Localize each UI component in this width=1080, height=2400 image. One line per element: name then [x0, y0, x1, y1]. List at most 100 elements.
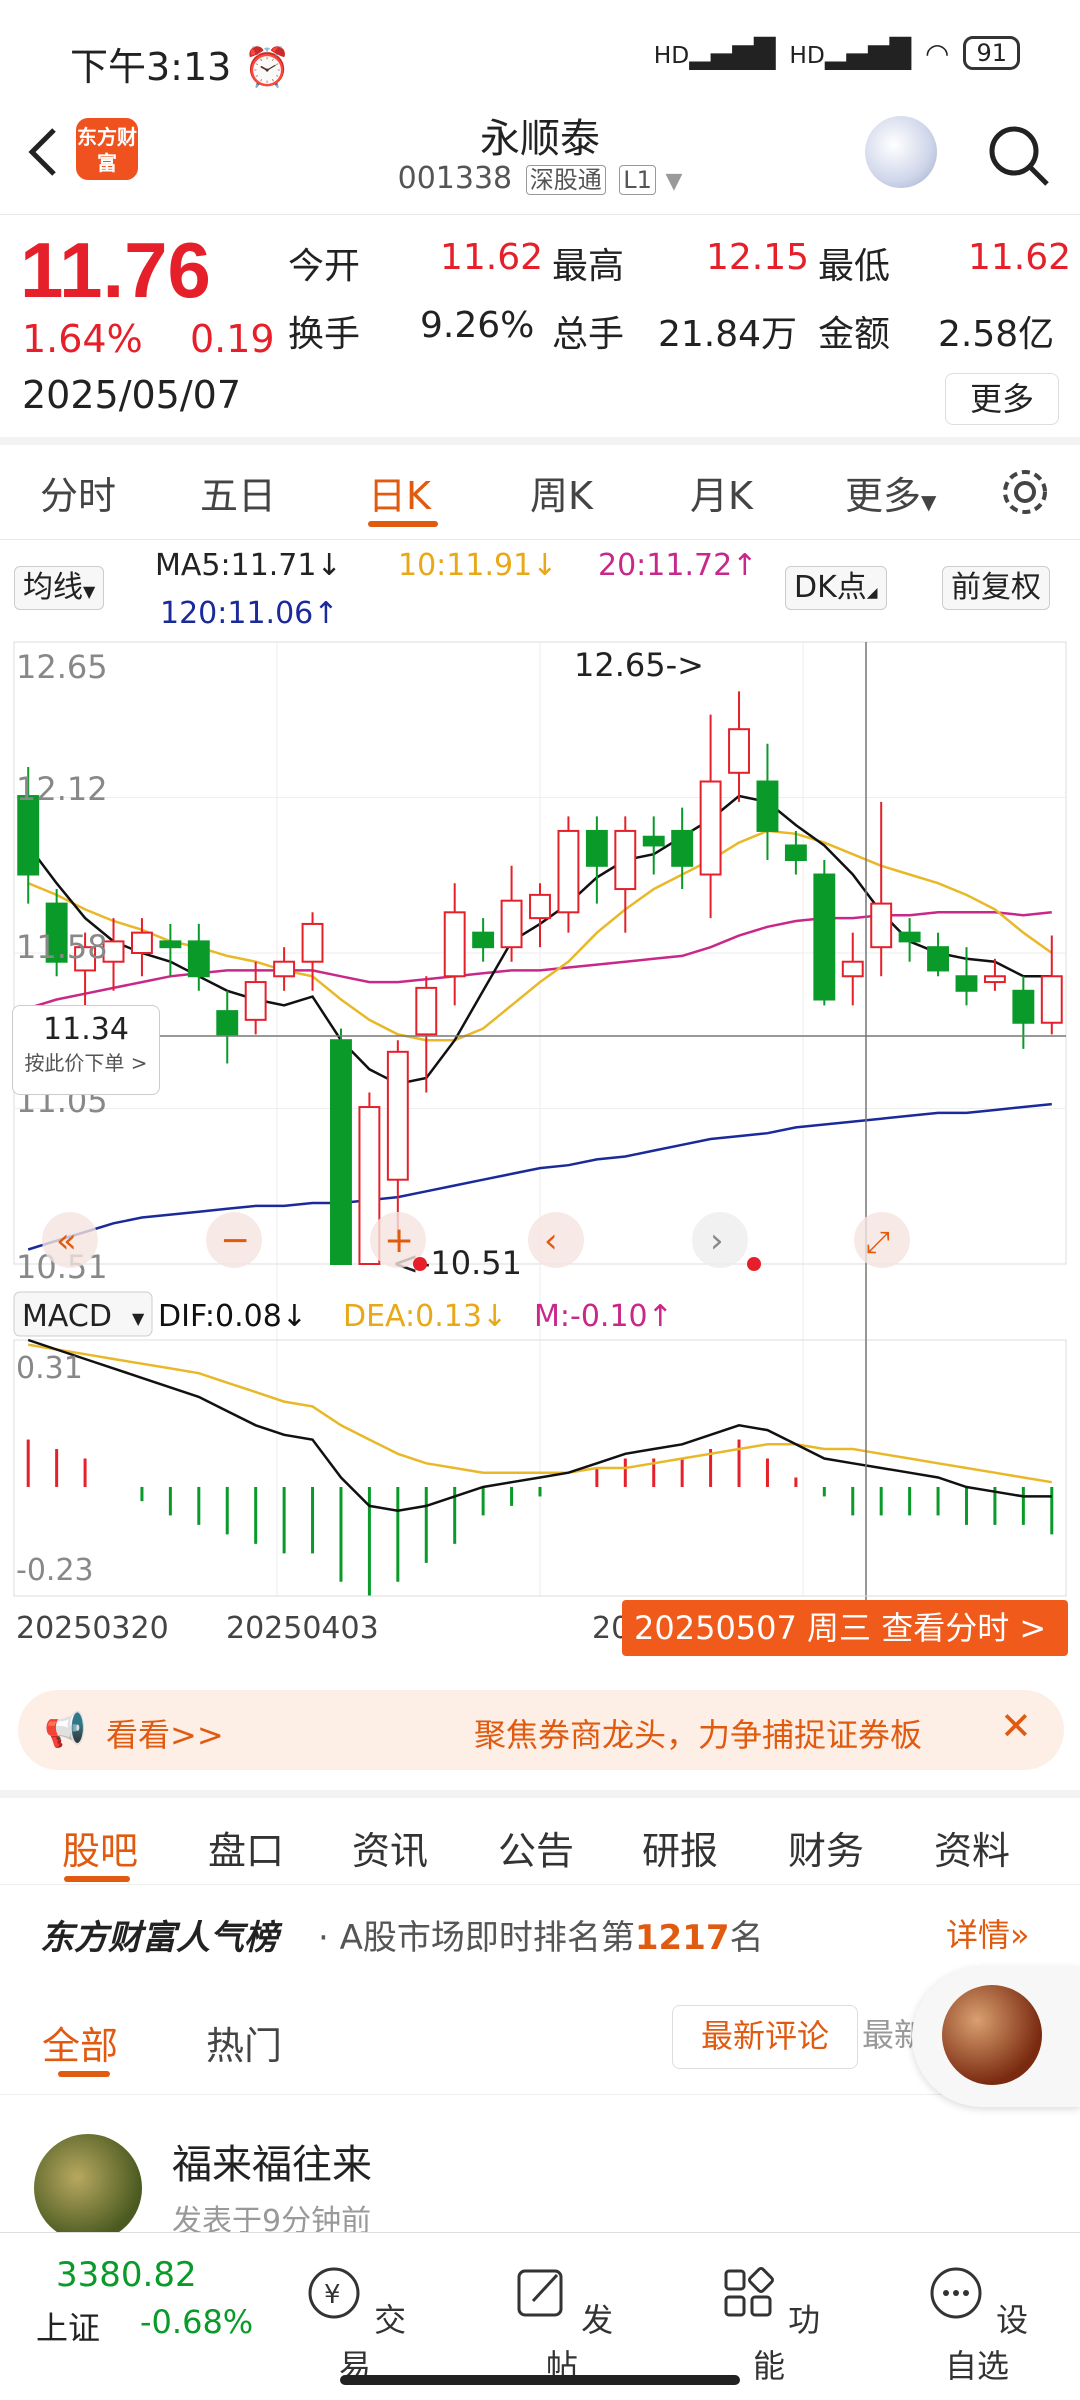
more-quote-button[interactable]: 更多	[945, 373, 1059, 425]
rank-detail-link[interactable]: 详情»	[946, 1910, 1030, 1956]
event-dot-2	[747, 1257, 761, 1271]
active-tab-indicator	[368, 521, 438, 527]
crosshair-price: 11.34	[43, 1012, 129, 1047]
sort-latest-comment-button[interactable]: 最新评论	[672, 2005, 858, 2069]
change-value: 0.19	[190, 317, 275, 361]
candle-up	[1040, 975, 1063, 1024]
home-indicator	[340, 2375, 740, 2385]
tab-monthly-k[interactable]: 月K	[690, 465, 753, 520]
tab-news[interactable]: 资讯	[352, 1820, 428, 1875]
volume-value: 21.84万	[658, 314, 798, 355]
network-label: HD	[653, 40, 690, 69]
candle-up	[130, 931, 153, 954]
index-name: 上证	[36, 2309, 101, 2347]
index-value: 3380.82	[56, 2255, 197, 2295]
candle-up	[529, 893, 551, 920]
macd-tick-top: 0.31	[16, 1351, 83, 1386]
market-tag: 深股通	[525, 165, 606, 195]
candle-down	[784, 844, 807, 861]
tab-all[interactable]: 全部	[42, 2015, 118, 2070]
candle-up	[699, 780, 722, 876]
caret-down-icon: ▼	[665, 169, 683, 194]
post-item[interactable]: 福来福往来 发表于9分钟前	[0, 2110, 1080, 2242]
candle-up	[728, 728, 750, 774]
candle-up	[557, 829, 580, 914]
candle-up	[614, 829, 637, 891]
candle-down	[671, 829, 694, 867]
plus-icon: +	[384, 1220, 414, 1261]
view-intraday-button[interactable]: 20250507 周三 查看分时 >	[622, 1600, 1068, 1656]
search-icon[interactable]	[985, 122, 1053, 190]
clock-text: 下午3:13	[70, 45, 232, 89]
x-tick-1: 20250320	[16, 1611, 169, 1646]
level-tag: L1	[619, 165, 656, 195]
kline-chart[interactable]: 12.65 12.12 11.58 11.05 10.51 12.65-> <-…	[0, 540, 1080, 1670]
avatar[interactable]	[34, 2134, 142, 2242]
tab-more[interactable]: 更多▼	[845, 465, 936, 520]
tab-finance[interactable]: 财务	[788, 1820, 864, 1875]
caret-down-icon: ▼	[921, 490, 937, 514]
candle-down	[216, 1010, 239, 1036]
tab-pankou[interactable]: 盘口	[208, 1820, 284, 1875]
change-percent: 1.64%	[22, 317, 143, 361]
candle-up	[273, 960, 296, 978]
post-username[interactable]: 福来福往来	[172, 2132, 372, 2190]
tab-hot[interactable]: 热门	[206, 2015, 282, 2070]
y-tick-top: 12.65	[16, 648, 108, 686]
volume-label: 总手	[552, 314, 625, 355]
minus-icon: −	[220, 1220, 250, 1261]
candle-down	[813, 873, 836, 1001]
alarm-icon: ⏰	[243, 45, 291, 89]
double-chevron-right-icon: »	[1010, 1916, 1030, 1954]
banner-link[interactable]: 看看>>	[106, 1710, 224, 1756]
tab-weekly-k[interactable]: 周K	[530, 465, 593, 520]
battery-icon: 91	[963, 36, 1020, 70]
post-filter-tabs: 全部 热门 最新评论 最新	[0, 1967, 1080, 2107]
tab-guba[interactable]: 股吧	[62, 1820, 138, 1875]
nav-post[interactable]: 发帖	[507, 2263, 617, 2387]
open-label: 今开	[288, 246, 361, 287]
megaphone-icon: 📢	[44, 1710, 87, 1750]
news-banner[interactable]: 📢 看看>> 聚焦券商龙头，力争捕捉证券板 ✕	[18, 1690, 1064, 1770]
nav-trade[interactable]: ¥ 交易	[300, 2263, 410, 2387]
candle-down	[1012, 989, 1035, 1024]
amount-label: 金额	[818, 314, 891, 355]
tab-five-day[interactable]: 五日	[200, 465, 276, 520]
tab-daily-k[interactable]: 日K	[368, 465, 431, 520]
order-hint: 按此价下单 >	[24, 1051, 148, 1075]
turnover-value: 9.26%	[420, 305, 535, 346]
turnover-label: 换手	[288, 314, 361, 355]
y-tick-3: 11.58	[16, 928, 108, 966]
tab-intraday[interactable]: 分时	[40, 465, 116, 520]
candle-up	[500, 899, 523, 949]
close-icon[interactable]: ✕	[1000, 1704, 1040, 1754]
tab-research[interactable]: 研报	[642, 1820, 718, 1875]
signal-icon: HD▂▄▆█	[653, 36, 776, 70]
candle-down	[955, 975, 978, 992]
candle-down	[756, 780, 779, 832]
order-at-price-tag[interactable]: 11.34 按此价下单 >	[12, 1005, 160, 1095]
tab-announcements[interactable]: 公告	[498, 1820, 574, 1875]
nav-functions[interactable]: 功能	[714, 2263, 824, 2387]
network-label-2: HD	[789, 40, 825, 69]
nav-add-watchlist[interactable]: 设自选	[922, 2263, 1032, 2387]
open-value: 11.62	[440, 237, 544, 278]
rank-suffix: 名	[729, 1918, 764, 1958]
tab-profile[interactable]: 资料	[934, 1820, 1010, 1875]
candle-up	[415, 986, 438, 1036]
high-marker: 12.65->	[574, 646, 704, 684]
assistant-robot-icon[interactable]	[865, 116, 937, 188]
candle-up	[870, 902, 893, 949]
banner-text: 聚焦券商龙头，力争捕捉证券板	[474, 1716, 923, 1754]
status-icons: HD▂▄▆█ HD▂▄▆█ ◠ 91	[654, 36, 1020, 70]
floating-avatars[interactable]	[912, 1967, 1080, 2107]
chart-grid	[13, 641, 1067, 1596]
popularity-rank-row[interactable]: 东方财富人气榜 · A股市场即时排名第1217名 详情»	[0, 1890, 1080, 1975]
macd-m: M:-0.10↑	[534, 1299, 673, 1334]
rank-detail-label: 详情	[946, 1916, 1011, 1954]
high-label: 最高	[552, 246, 625, 287]
avatar-stack-icon	[942, 1985, 1042, 2085]
settings-gear-icon[interactable]	[998, 465, 1052, 519]
chevron-left-icon: ‹	[544, 1221, 558, 1261]
index-ticker[interactable]: 3380.82 上证 -0.68%	[0, 2233, 253, 2363]
